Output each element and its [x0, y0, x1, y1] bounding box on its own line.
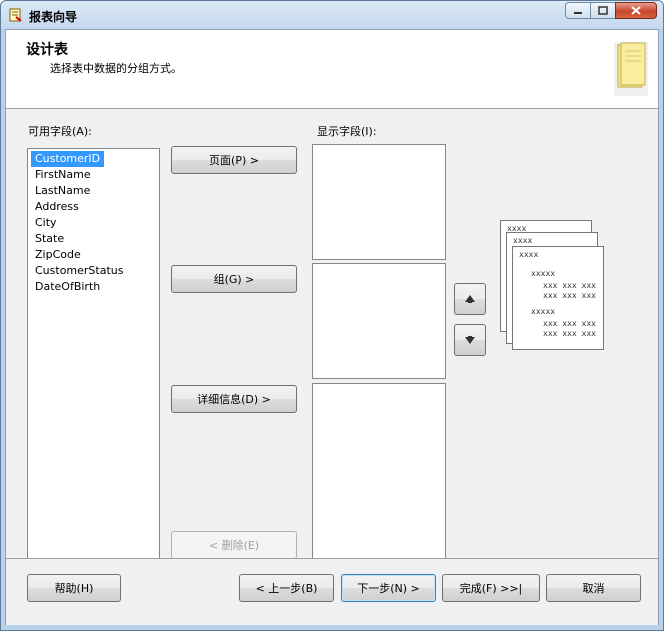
- group-button[interactable]: 组(G) >: [171, 265, 297, 293]
- wizard-body: 设计表 选择表中数据的分组方式。 可用字段(A): CustomerID Firs…: [5, 29, 659, 625]
- preview-subheader-1: xxxxx: [531, 269, 556, 278]
- display-fields-label: 显示字段(I):: [317, 125, 377, 138]
- next-button[interactable]: 下一步(N) >: [341, 574, 436, 602]
- wizard-footer: 帮助(H) < 上一步(B) 下一步(N) > 完成(F) >>| 取消: [6, 558, 658, 625]
- maximize-button[interactable]: [590, 2, 616, 19]
- preview-subheader-2: xxxxx: [531, 307, 556, 316]
- window-title: 报表向导: [29, 10, 78, 24]
- notepad-icon: [614, 42, 648, 96]
- page-subtitle: 选择表中数据的分组方式。: [50, 62, 182, 75]
- preview-detail-2: xxx xxx xxx: [543, 291, 596, 300]
- field-list-item[interactable]: Address: [31, 199, 83, 215]
- field-list-item[interactable]: CustomerID: [31, 151, 105, 167]
- page-fields-list[interactable]: [312, 144, 446, 260]
- field-list-item[interactable]: LastName: [31, 183, 94, 199]
- field-list-item[interactable]: City: [31, 215, 61, 231]
- close-button[interactable]: [615, 2, 657, 19]
- preview-detail-4: xxx xxx xxx: [543, 329, 596, 338]
- cancel-button[interactable]: 取消: [546, 574, 641, 602]
- minimize-button[interactable]: [565, 2, 591, 19]
- minimize-icon: [574, 11, 582, 14]
- field-list-item[interactable]: State: [31, 231, 68, 247]
- finish-button[interactable]: 完成(F) >>|: [442, 574, 540, 602]
- arrow-up-icon: [465, 295, 475, 303]
- page-button[interactable]: 页面(P) >: [171, 146, 297, 174]
- title-bar[interactable]: 报表向导: [1, 1, 663, 29]
- move-up-button[interactable]: [454, 283, 486, 315]
- field-list-item[interactable]: FirstName: [31, 167, 95, 183]
- preview-header-2: xxxx: [513, 236, 533, 245]
- close-icon: [631, 6, 641, 15]
- remove-button[interactable]: < 删除(E): [171, 531, 297, 559]
- available-fields-list[interactable]: CustomerID FirstName LastName Address City St…: [27, 148, 160, 561]
- available-fields-label: 可用字段(A):: [28, 125, 92, 138]
- details-button[interactable]: 详细信息(D) >: [171, 385, 297, 413]
- report-wizard-icon: [9, 8, 22, 22]
- field-list-item[interactable]: DateOfBirth: [31, 279, 104, 295]
- preview-detail-1: xxx xxx xxx: [543, 281, 596, 290]
- back-button[interactable]: < 上一步(B): [239, 574, 334, 602]
- preview-detail-3: xxx xxx xxx: [543, 319, 596, 328]
- arrow-down-icon: [465, 336, 475, 344]
- move-down-button[interactable]: [454, 324, 486, 356]
- detail-fields-list[interactable]: [312, 383, 446, 560]
- group-fields-list[interactable]: [312, 263, 446, 379]
- wizard-header: 设计表 选择表中数据的分组方式。: [6, 30, 658, 109]
- preview-header-3: xxxx: [519, 250, 539, 259]
- field-list-item[interactable]: CustomerStatus: [31, 263, 127, 279]
- page-title: 设计表: [26, 42, 68, 58]
- preview-page-front: xxxx xxxxx xxx xxx xxx xxx xxx xxx xxxxx…: [512, 246, 604, 350]
- field-list-item[interactable]: ZipCode: [31, 247, 85, 263]
- report-wizard-window: 报表向导 设计表 选择表中数据的分组方式。 可用字段(A): CustomerI…: [0, 0, 664, 631]
- help-button[interactable]: 帮助(H): [27, 574, 121, 602]
- maximize-icon: [598, 6, 608, 15]
